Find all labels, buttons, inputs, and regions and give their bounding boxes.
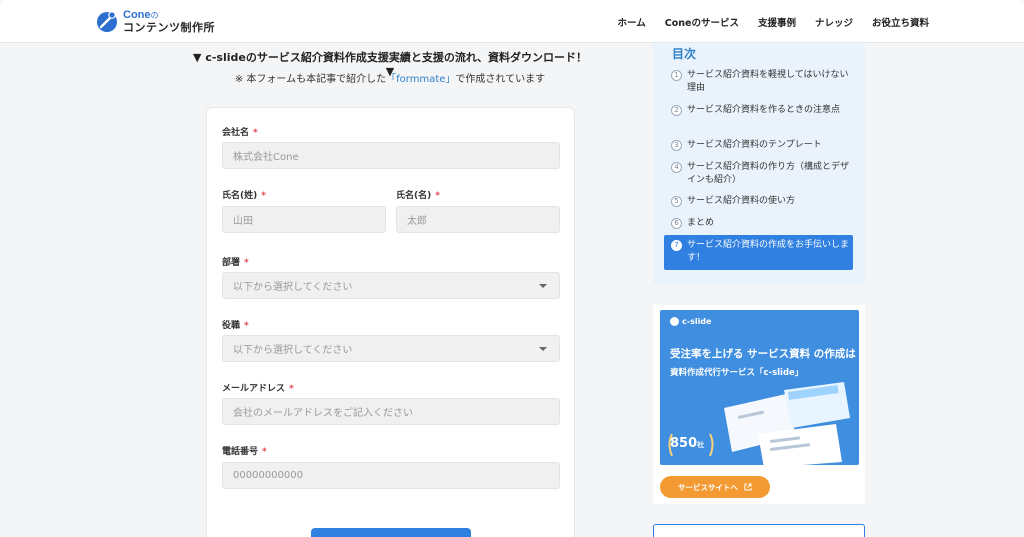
nav-knowledge[interactable]: ナレッジ	[815, 15, 853, 29]
company-input[interactable]: 株式会社Cone	[222, 142, 560, 169]
service-site-button[interactable]: サービスサイトへ	[660, 476, 770, 498]
c-slide-banner[interactable]: c-slide 受注率を上げる サービス資料 の作成は 資料作成代行サービス「c…	[653, 305, 865, 504]
position-select[interactable]: 以下から選択してください	[222, 335, 560, 362]
site-logo[interactable]: Coneの コンテンツ制作所	[95, 9, 215, 35]
logo-brand: Cone	[123, 9, 151, 22]
external-link-icon	[744, 483, 752, 491]
department-label: 部署 *	[222, 258, 249, 268]
email-input[interactable]: 会社のメールアドレスをご記入ください	[222, 398, 560, 425]
site-header: Coneの コンテンツ制作所 ホーム Coneのサービス 支援事例 ナレッジ お…	[0, 0, 1024, 43]
logo-particle: の	[150, 11, 159, 21]
award-count: 850社	[670, 436, 705, 451]
chevron-down-icon	[539, 284, 547, 288]
page: Coneの コンテンツ制作所 ホーム Coneのサービス 支援事例 ナレッジ お…	[0, 0, 1024, 537]
toc-item[interactable]: 2 サービス紹介資料を作るときの注意点	[671, 104, 851, 117]
chevron-down-icon	[539, 347, 547, 351]
download-form: 会社名 * 株式会社Cone 氏名(姓) * 山田 氏名(名) * 太郎 部署 * 以下…	[206, 107, 575, 537]
c-slide-logo-icon	[670, 317, 679, 326]
cone-logo-icon	[95, 10, 119, 34]
company-label: 会社名 *	[222, 128, 258, 138]
position-label: 役職 *	[222, 321, 249, 331]
main-nav: ホーム Coneのサービス 支援事例 ナレッジ お役立ち資料	[618, 0, 929, 43]
banner-image: c-slide 受注率を上げる サービス資料 の作成は 資料作成代行サービス「c…	[660, 310, 859, 465]
toc-item[interactable]: 5 サービス紹介資料の使い方	[671, 195, 851, 208]
toc-item[interactable]: 4 サービス紹介資料の作り方（構成とデザインも紹介）	[671, 161, 851, 187]
toc-item[interactable]: 3 サービス紹介資料のテンプレート	[671, 139, 851, 152]
form-note-suffix: で作成されています	[455, 74, 546, 85]
nav-home[interactable]: ホーム	[618, 15, 646, 29]
banner-title: 受注率を上げる サービス資料 の作成は	[670, 348, 856, 360]
toc-item[interactable]: 1 サービス紹介資料を軽視してはいけない理由	[671, 69, 851, 95]
document-mockup-illustration	[724, 382, 850, 465]
toc-item[interactable]: 6 まとめ	[671, 217, 851, 230]
main-column: ▼ c-slideのサービス紹介資料作成支援実績と支援の流れ、資料ダウンロード！…	[190, 43, 590, 537]
banner-subtitle: 資料作成代行サービス「c-slide」	[670, 368, 804, 378]
toc-item-active[interactable]: 7 サービス紹介資料の作成をお手伝いします！	[664, 235, 853, 270]
nav-case-studies[interactable]: 支援事例	[758, 15, 796, 29]
phone-label: 電話番号 *	[222, 447, 267, 457]
c-slide-logo: c-slide	[670, 317, 711, 326]
phone-input[interactable]: 00000000000	[222, 462, 560, 489]
sidebar-outline-button[interactable]	[653, 524, 865, 537]
email-label: メールアドレス *	[222, 384, 294, 394]
logo-subtitle: コンテンツ制作所	[123, 21, 215, 34]
submit-button[interactable]	[311, 528, 471, 537]
form-note: ※ 本フォームも本記事で紹介した「formmate」で作成されています	[190, 70, 590, 85]
nav-resources[interactable]: お役立ち資料	[872, 15, 929, 29]
first-name-input[interactable]: 太郎	[396, 206, 560, 233]
formmate-link[interactable]: 「formmate」	[386, 74, 455, 85]
first-name-label: 氏名(名) *	[396, 191, 440, 201]
nav-services[interactable]: Coneのサービス	[665, 15, 739, 29]
last-name-input[interactable]: 山田	[222, 206, 386, 233]
last-name-label: 氏名(姓) *	[222, 191, 266, 201]
toc-title: 目次	[672, 47, 697, 61]
department-select[interactable]: 以下から選択してください	[222, 272, 560, 299]
form-note-prefix: ※ 本フォームも本記事で紹介した	[234, 74, 387, 85]
table-of-contents: 目次 1 サービス紹介資料を軽視してはいけない理由 2 サービス紹介資料を作るときの…	[653, 43, 865, 284]
